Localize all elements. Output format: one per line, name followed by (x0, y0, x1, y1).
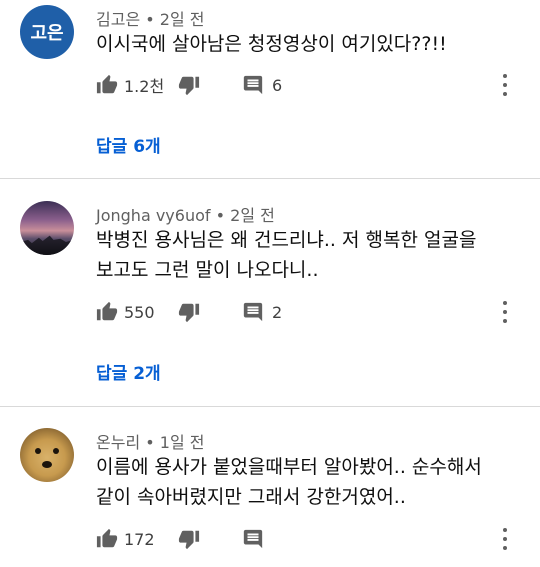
view-replies-link[interactable]: 답글 2개 (96, 359, 161, 384)
like-count: 1.2천 (124, 77, 165, 96)
divider (0, 406, 540, 407)
avatar-initials: 고은 (30, 23, 64, 44)
comment-line: 박병진 용사님은 왜 건드리냐.. 저 행복한 얼굴을 (96, 229, 477, 251)
thumbs-down-icon (178, 303, 200, 323)
reply-button[interactable]: 2 (242, 300, 282, 324)
like-button[interactable]: 172 (96, 527, 155, 551)
thumbs-up-icon (96, 528, 118, 548)
comment-icon (243, 302, 263, 322)
comment-meta: Jongha vy6uof • 2일 전 (96, 202, 275, 226)
reply-button[interactable] (242, 527, 264, 551)
author-name[interactable]: 김고은 (96, 10, 140, 29)
reply-button[interactable]: 6 (242, 73, 282, 97)
avatar[interactable] (20, 201, 74, 255)
meta-separator: • (145, 10, 160, 29)
reply-count: 2 (272, 302, 283, 322)
dislike-button[interactable] (178, 73, 200, 97)
like-count: 550 (124, 302, 155, 322)
timestamp[interactable]: 2일 전 (160, 10, 205, 29)
dislike-button[interactable] (178, 527, 200, 551)
comment-line: 이름에 용사가 붙었을때부터 알아봤어.. 순수해서 (96, 456, 482, 478)
reply-count: 6 (272, 75, 283, 95)
comment-line: 같이 속아버렸지만 그래서 강한거였어.. (96, 486, 406, 508)
dislike-button[interactable] (178, 300, 200, 324)
comment-actions: 1.2천 6 (96, 73, 526, 97)
comment-line: 보고도 그런 말이 나오다니.. (96, 259, 319, 281)
meta-separator: • (215, 206, 231, 225)
divider (0, 178, 540, 179)
comment-actions: 550 2 (96, 300, 526, 324)
comment-meta: 온누리 • 1일 전 (96, 429, 205, 453)
thumbs-up-icon (96, 301, 118, 321)
comment-line: 이시국에 살아남은 청정영상이 여기있다??!! (96, 33, 447, 55)
comment-meta: 김고은 • 2일 전 (96, 6, 205, 30)
view-replies-link[interactable]: 답글 6개 (96, 132, 161, 157)
comment-actions: 172 (96, 527, 526, 551)
like-button[interactable]: 550 (96, 300, 155, 324)
like-count: 172 (124, 529, 155, 549)
avatar[interactable] (20, 428, 74, 482)
more-options-icon[interactable] (502, 74, 508, 96)
comment-icon (243, 75, 263, 95)
meta-separator: • (145, 433, 160, 452)
author-name[interactable]: Jongha vy6uof (96, 206, 211, 225)
comment-text: 이름에 용사가 붙었을때부터 알아봤어.. 순수해서 같이 속아버렸지만 그래서… (96, 452, 506, 512)
timestamp[interactable]: 2일 전 (230, 206, 275, 225)
thumbs-down-icon (178, 76, 200, 96)
more-options-icon[interactable] (502, 528, 508, 550)
comment-icon (243, 529, 263, 549)
thumbs-down-icon (178, 530, 200, 550)
author-name[interactable]: 온누리 (96, 433, 140, 452)
like-button[interactable]: 1.2천 (96, 73, 164, 97)
thumbs-up-icon (96, 74, 118, 94)
comment-text: 이시국에 살아남은 청정영상이 여기있다??!! (96, 29, 506, 59)
comment-text: 박병진 용사님은 왜 건드리냐.. 저 행복한 얼굴을 보고도 그런 말이 나오… (96, 225, 506, 285)
more-options-icon[interactable] (502, 301, 508, 323)
timestamp[interactable]: 1일 전 (160, 433, 205, 452)
avatar[interactable]: 고은 (20, 5, 74, 59)
